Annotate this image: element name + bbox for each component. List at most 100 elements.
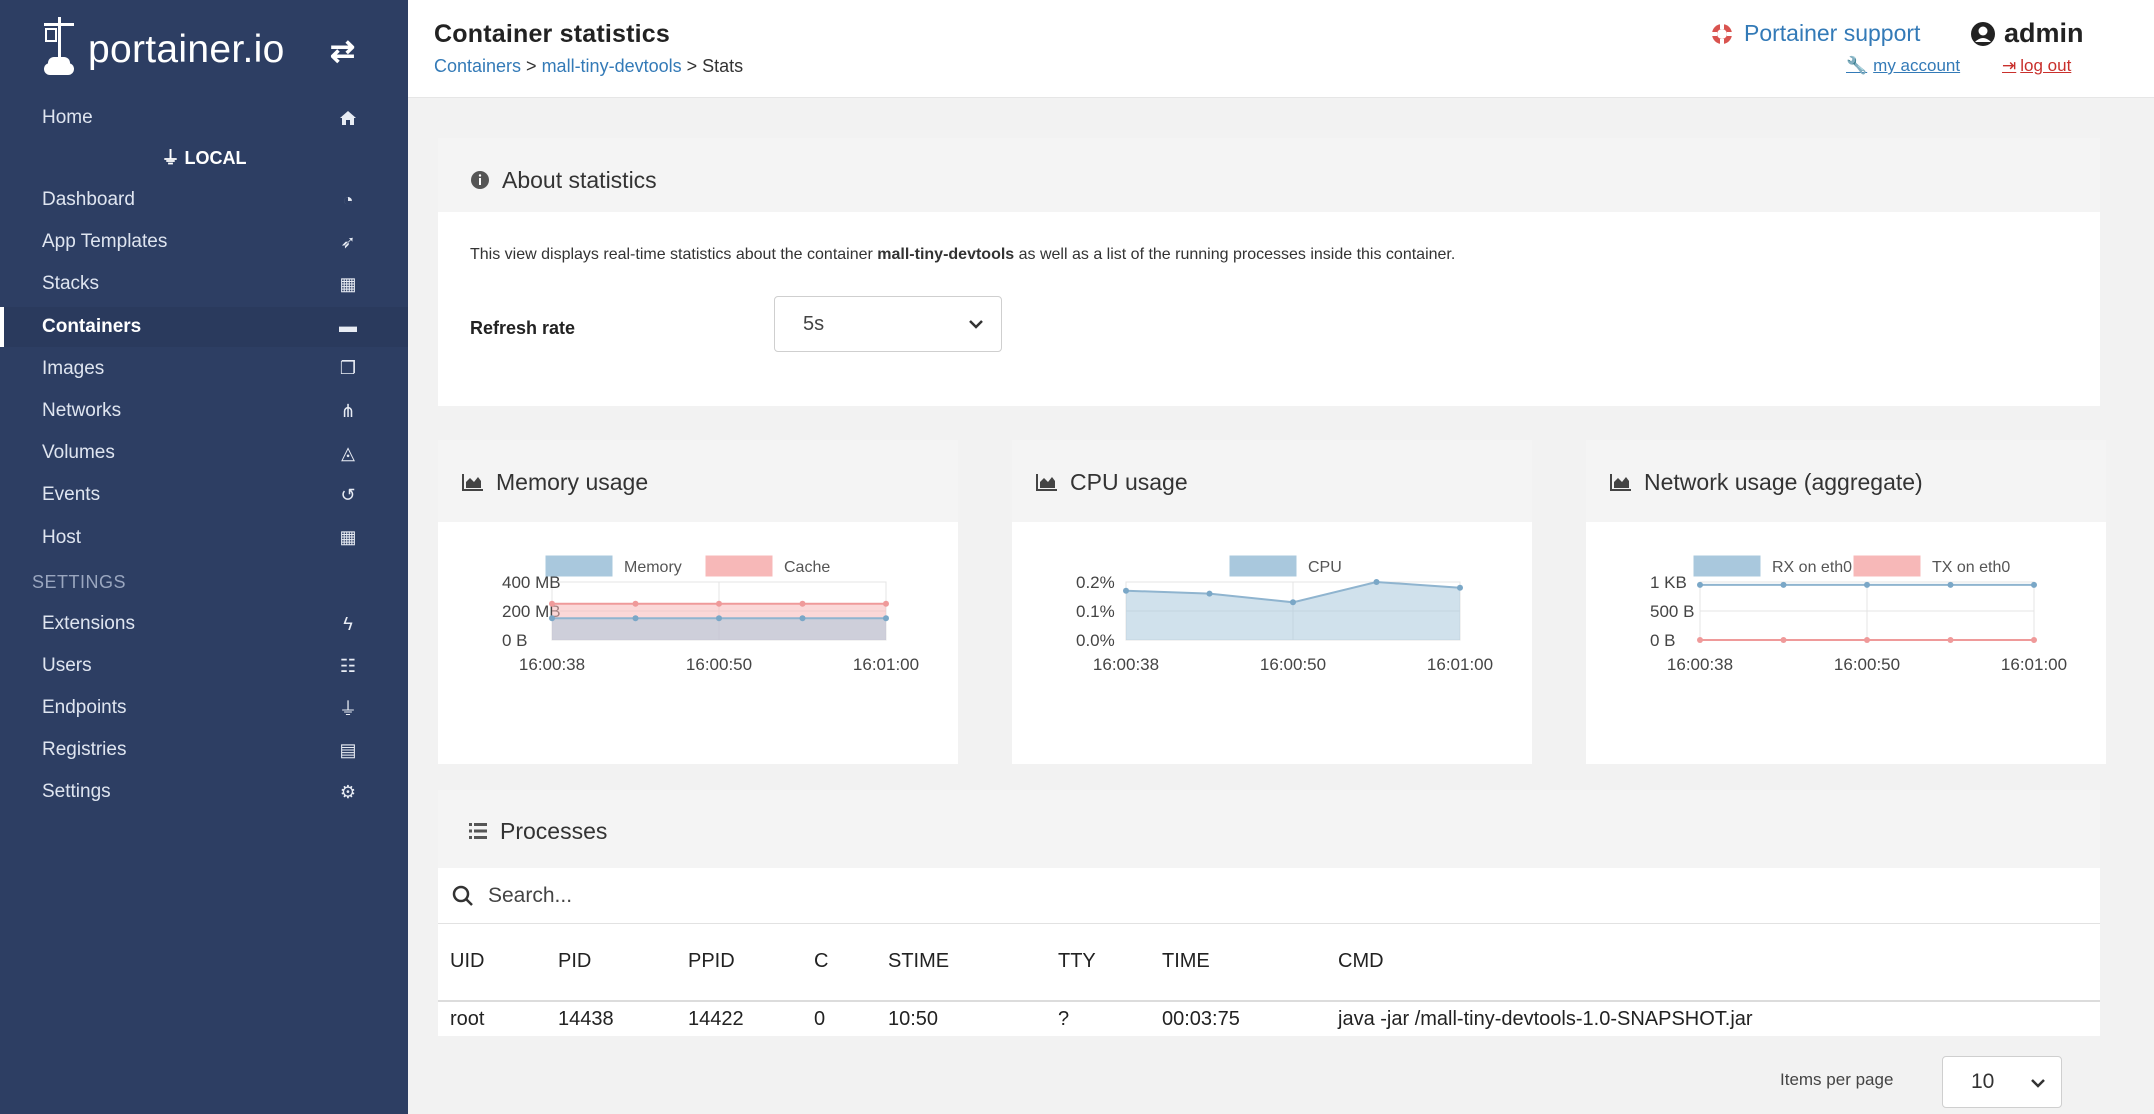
data-point[interactable] [799, 600, 806, 607]
data-point[interactable] [1697, 581, 1703, 588]
sidebar-item-settings[interactable]: Settings ⚙ [0, 772, 408, 812]
sidebar-item-label: Events [42, 484, 101, 506]
x-tick-label: 16:01:00 [853, 655, 919, 674]
portainer-support-link[interactable]: Portainer support [1710, 20, 1920, 47]
cogs-icon: ⚙ [339, 781, 357, 802]
user-circle-icon [1971, 21, 1995, 46]
column-header-ppid[interactable]: PPID [688, 950, 735, 973]
table-cell-ppid: 14422 [688, 1008, 744, 1030]
top-bar: Container statistics Containers > mall-t… [408, 0, 2154, 98]
data-point[interactable] [632, 600, 639, 607]
legend-swatch[interactable] [1693, 555, 1761, 577]
data-point[interactable] [1780, 581, 1787, 588]
x-tick-label: 16:00:50 [1260, 655, 1326, 674]
info-circle-icon [470, 170, 490, 190]
legend-swatch[interactable] [1853, 555, 1921, 577]
processes-search-input[interactable] [488, 883, 1988, 908]
table-cell-stime: 10:50 [888, 1008, 939, 1030]
user-menu: admin [1970, 18, 2084, 49]
legend-swatch[interactable] [705, 555, 773, 577]
data-point[interactable] [1864, 581, 1870, 588]
bolt-icon: ϟ [343, 613, 353, 634]
y-tick-label: 500 B [1650, 602, 1694, 621]
sidebar-item-home[interactable]: Home [0, 98, 408, 138]
sidebar-item-extensions[interactable]: Extensions ϟ [0, 604, 408, 644]
list-icon [468, 822, 488, 840]
sidebar-item-label: Networks [42, 400, 122, 421]
data-point[interactable] [1457, 584, 1463, 591]
items-per-page-select[interactable]: 10 [1942, 1056, 2062, 1108]
sidebar-item-label: Volumes [42, 442, 115, 464]
y-tick-label: 400 MB [502, 573, 561, 592]
column-header-c[interactable]: C [814, 950, 828, 973]
column-header-time[interactable]: TIME [1162, 950, 1210, 973]
area-chart-icon [462, 473, 484, 491]
column-header-cmd[interactable]: CMD [1338, 950, 1384, 973]
sidebar-item-app-templates[interactable]: App Templates ➶ [0, 222, 408, 262]
data-point[interactable] [2031, 581, 2037, 588]
legend-label: CPU [1308, 559, 1342, 576]
sidebar-item-label: Users [42, 655, 92, 676]
data-point[interactable] [549, 600, 555, 607]
data-point[interactable] [883, 615, 889, 622]
sidebar-item-volumes[interactable]: Volumes ◬ [0, 433, 408, 473]
brand-logo-link[interactable]: portainer.io [40, 10, 380, 90]
sidebar-item-label: Containers [42, 315, 142, 337]
data-point[interactable] [1864, 637, 1870, 643]
data-point[interactable] [1373, 579, 1380, 585]
area-chart-icon [1610, 473, 1632, 491]
data-point[interactable] [716, 615, 722, 622]
data-point[interactable] [1697, 637, 1703, 643]
data-point[interactable] [799, 615, 806, 622]
sidebar-item-label: Dashboard [42, 189, 135, 210]
data-point[interactable] [2031, 637, 2037, 643]
breadcrumb-container-link[interactable]: mall-tiny-devtools [542, 56, 682, 76]
processes-search-bar [438, 868, 2100, 924]
data-point[interactable] [1290, 599, 1296, 606]
sidebar-item-label: Extensions [42, 613, 135, 634]
data-point[interactable] [1947, 581, 1954, 588]
data-point[interactable] [1947, 637, 1954, 643]
column-header-tty[interactable]: TTY [1058, 950, 1096, 973]
data-point[interactable] [1123, 587, 1129, 594]
sidebar-item-registries[interactable]: Registries ▤ [0, 730, 408, 770]
data-point[interactable] [1780, 637, 1787, 643]
my-account-link[interactable]: 🔧 my account [1846, 56, 1960, 76]
legend-swatch[interactable] [1229, 555, 1297, 577]
column-header-uid[interactable]: UID [450, 950, 484, 973]
wrench-icon: 🔧 [1846, 56, 1868, 75]
sidebar-item-stacks[interactable]: Stacks ▦ [0, 264, 408, 304]
sidebar-item-dashboard[interactable]: Dashboard ◔ [0, 180, 408, 220]
sidebar-item-label: Images [42, 357, 105, 379]
processes-table: UID PID PPID C STIME TTY TIME CMD root 14438 14422… [438, 924, 2100, 1036]
sidebar-item-containers[interactable]: Containers ▬ [0, 306, 408, 347]
sidebar-item-users[interactable]: Users ☷ [0, 646, 408, 686]
about-statistics-title: About statistics [502, 166, 657, 193]
legend-label: RX on eth0 [1772, 559, 1852, 576]
sidebar-item-endpoints[interactable]: Endpoints ⏚ [0, 688, 408, 728]
data-point[interactable] [1206, 590, 1213, 597]
sidebar-item-host[interactable]: Host ▦ [0, 518, 408, 558]
column-header-stime[interactable]: STIME [888, 950, 949, 973]
sidebar-item-images[interactable]: Images ❐ [0, 349, 408, 389]
sidebar-item-label: Endpoints [42, 697, 127, 718]
log-out-link[interactable]: ⇥ log out [2002, 56, 2071, 76]
sidebar-item-networks[interactable]: Networks ⋔ [0, 391, 408, 431]
data-point[interactable] [716, 600, 722, 607]
plug-icon: ⏚ [161, 148, 185, 168]
area-chart-icon [1036, 473, 1058, 491]
x-tick-label: 16:00:38 [1667, 655, 1733, 674]
sidebar-item-events[interactable]: Events ↺ [0, 475, 408, 515]
my-account-label: my account [1873, 56, 1961, 75]
sidebar-item-label: App Templates [42, 231, 168, 253]
data-point[interactable] [632, 615, 639, 622]
data-point[interactable] [883, 600, 889, 607]
refresh-rate-select[interactable]: 5s [774, 296, 1002, 352]
app-window: portainer.io ⇄ Home ⏚ LOCAL Dashboard ◔ Ap… [0, 0, 2154, 1114]
data-point[interactable] [549, 615, 555, 622]
x-tick-label: 16:01:00 [2001, 655, 2067, 674]
breadcrumb-containers-link[interactable]: Containers [434, 56, 521, 76]
arrows-swap-icon[interactable]: ⇄ [330, 34, 355, 69]
column-header-pid[interactable]: PID [558, 950, 591, 973]
table-cell-tty: ? [1058, 1008, 1070, 1030]
